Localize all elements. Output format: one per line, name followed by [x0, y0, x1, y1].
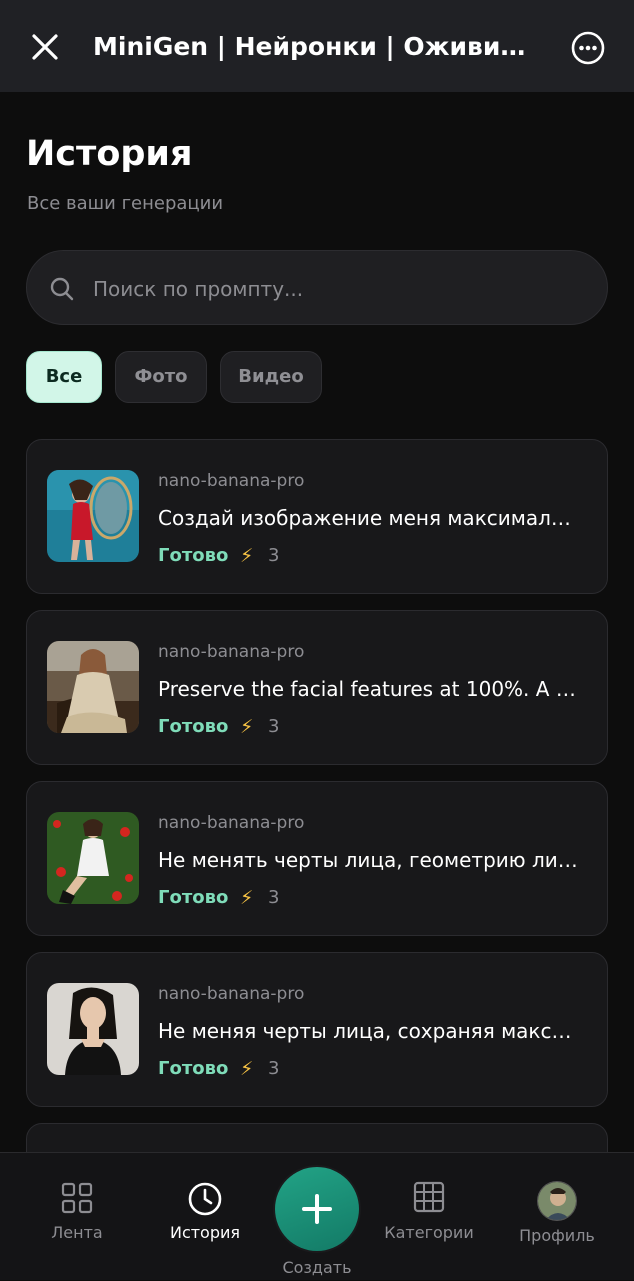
status-badge: Готово: [158, 1058, 229, 1079]
cost-value: 3: [268, 887, 280, 908]
lightning-icon: ⚡: [240, 545, 254, 567]
lightning-icon: ⚡: [240, 887, 254, 909]
more-options-icon[interactable]: [570, 30, 606, 66]
main-content: История Все ваши генерации Поиск по пром…: [0, 92, 634, 1152]
nav-profile-label: Профиль: [519, 1226, 595, 1245]
search-icon: [49, 276, 75, 302]
generation-card[interactable]: nano-banana-pro Не меняя черты лица, сох…: [26, 952, 608, 1107]
table-grid-icon: [413, 1181, 445, 1213]
grid-icon: [61, 1182, 93, 1214]
search-placeholder: Поиск по промпту...: [93, 277, 304, 301]
status-badge: Готово: [158, 887, 229, 908]
lightning-icon: ⚡: [240, 1058, 254, 1080]
model-name: nano-banana-pro: [158, 813, 305, 833]
page-subtitle: Все ваши генерации: [27, 193, 224, 214]
status-badge: Готово: [158, 545, 229, 566]
prompt-text: Preserve the facial features at 100%. A …: [158, 677, 576, 701]
app-title: MiniGen | Нейронки | Оживить…: [93, 32, 533, 61]
nav-feed-label: Лента: [51, 1223, 103, 1242]
close-icon[interactable]: [28, 30, 62, 64]
cost-value: 3: [268, 716, 280, 737]
prompt-text: Не меняя черты лица, сохраняя макс…: [158, 1019, 572, 1043]
filter-photo-chip[interactable]: Фото: [115, 351, 207, 403]
generation-card[interactable]: nano-banana-pro Создай изображение меня …: [26, 439, 608, 594]
lightning-icon: ⚡: [240, 716, 254, 738]
model-name: nano-banana-pro: [158, 984, 305, 1004]
generation-thumbnail: [47, 470, 139, 562]
create-button[interactable]: [275, 1167, 359, 1251]
nav-categories[interactable]: Категории: [381, 1153, 477, 1281]
generation-card[interactable]: nano-banana-pro Не менять черты лица, ге…: [26, 781, 608, 936]
generation-card[interactable]: nano-banana-pro Preserve the facial feat…: [26, 610, 608, 765]
clock-icon: [188, 1182, 222, 1216]
nav-categories-label: Категории: [384, 1223, 474, 1242]
filter-video-chip[interactable]: Видео: [220, 351, 322, 403]
status-badge: Готово: [158, 716, 229, 737]
plus-icon: [302, 1194, 332, 1224]
prompt-text: Не менять черты лица, геометрию ли…: [158, 848, 578, 872]
avatar[interactable]: [537, 1181, 577, 1221]
create-label: Создать: [282, 1258, 352, 1277]
model-name: nano-banana-pro: [158, 642, 305, 662]
generation-card[interactable]: [26, 1123, 608, 1152]
nav-history[interactable]: История: [158, 1153, 252, 1281]
page-title: История: [26, 134, 193, 174]
generation-thumbnail: [47, 641, 139, 733]
filter-all-chip[interactable]: Все: [26, 351, 102, 403]
prompt-text: Создай изображение меня максимал…: [158, 506, 571, 530]
top-bar: MiniGen | Нейронки | Оживить…: [0, 0, 634, 92]
nav-history-label: История: [169, 1223, 241, 1242]
search-input[interactable]: Поиск по промпту...: [26, 250, 608, 325]
generation-thumbnail: [47, 983, 139, 1075]
generation-thumbnail: [47, 812, 139, 904]
cost-value: 3: [268, 545, 280, 566]
bottom-navigation: Лента История Создать Категории Профиль: [0, 1152, 634, 1280]
nav-feed[interactable]: Лента: [30, 1153, 124, 1281]
cost-value: 3: [268, 1058, 280, 1079]
model-name: nano-banana-pro: [158, 471, 305, 491]
